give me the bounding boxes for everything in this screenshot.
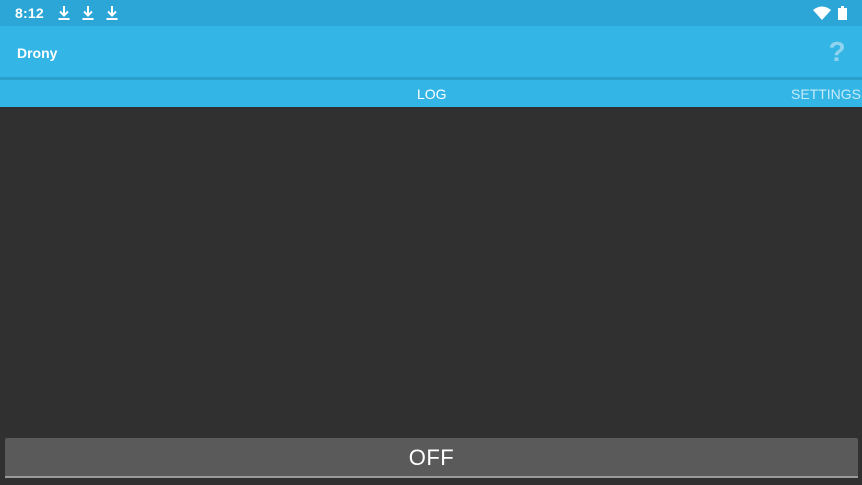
tab-log[interactable]: LOG (417, 86, 447, 102)
status-bar: 8:12 (0, 0, 862, 26)
tab-bar: LOG SETTINGS (0, 80, 862, 107)
download-icon (58, 6, 70, 20)
download-icon (82, 6, 94, 20)
help-button[interactable]: ? (824, 36, 850, 68)
log-list[interactable] (0, 107, 862, 437)
download-icon (106, 6, 118, 20)
on-off-toggle-button[interactable]: OFF (5, 438, 858, 478)
battery-icon (838, 6, 847, 20)
status-time: 8:12 (15, 5, 44, 21)
app-bar: Drony ? (0, 26, 862, 77)
help-icon: ? (828, 36, 846, 67)
tab-settings[interactable]: SETTINGS (791, 86, 861, 102)
toggle-indicator (5, 476, 858, 478)
app-title: Drony (17, 45, 58, 61)
toggle-label: OFF (408, 445, 455, 470)
wifi-icon (813, 6, 831, 20)
